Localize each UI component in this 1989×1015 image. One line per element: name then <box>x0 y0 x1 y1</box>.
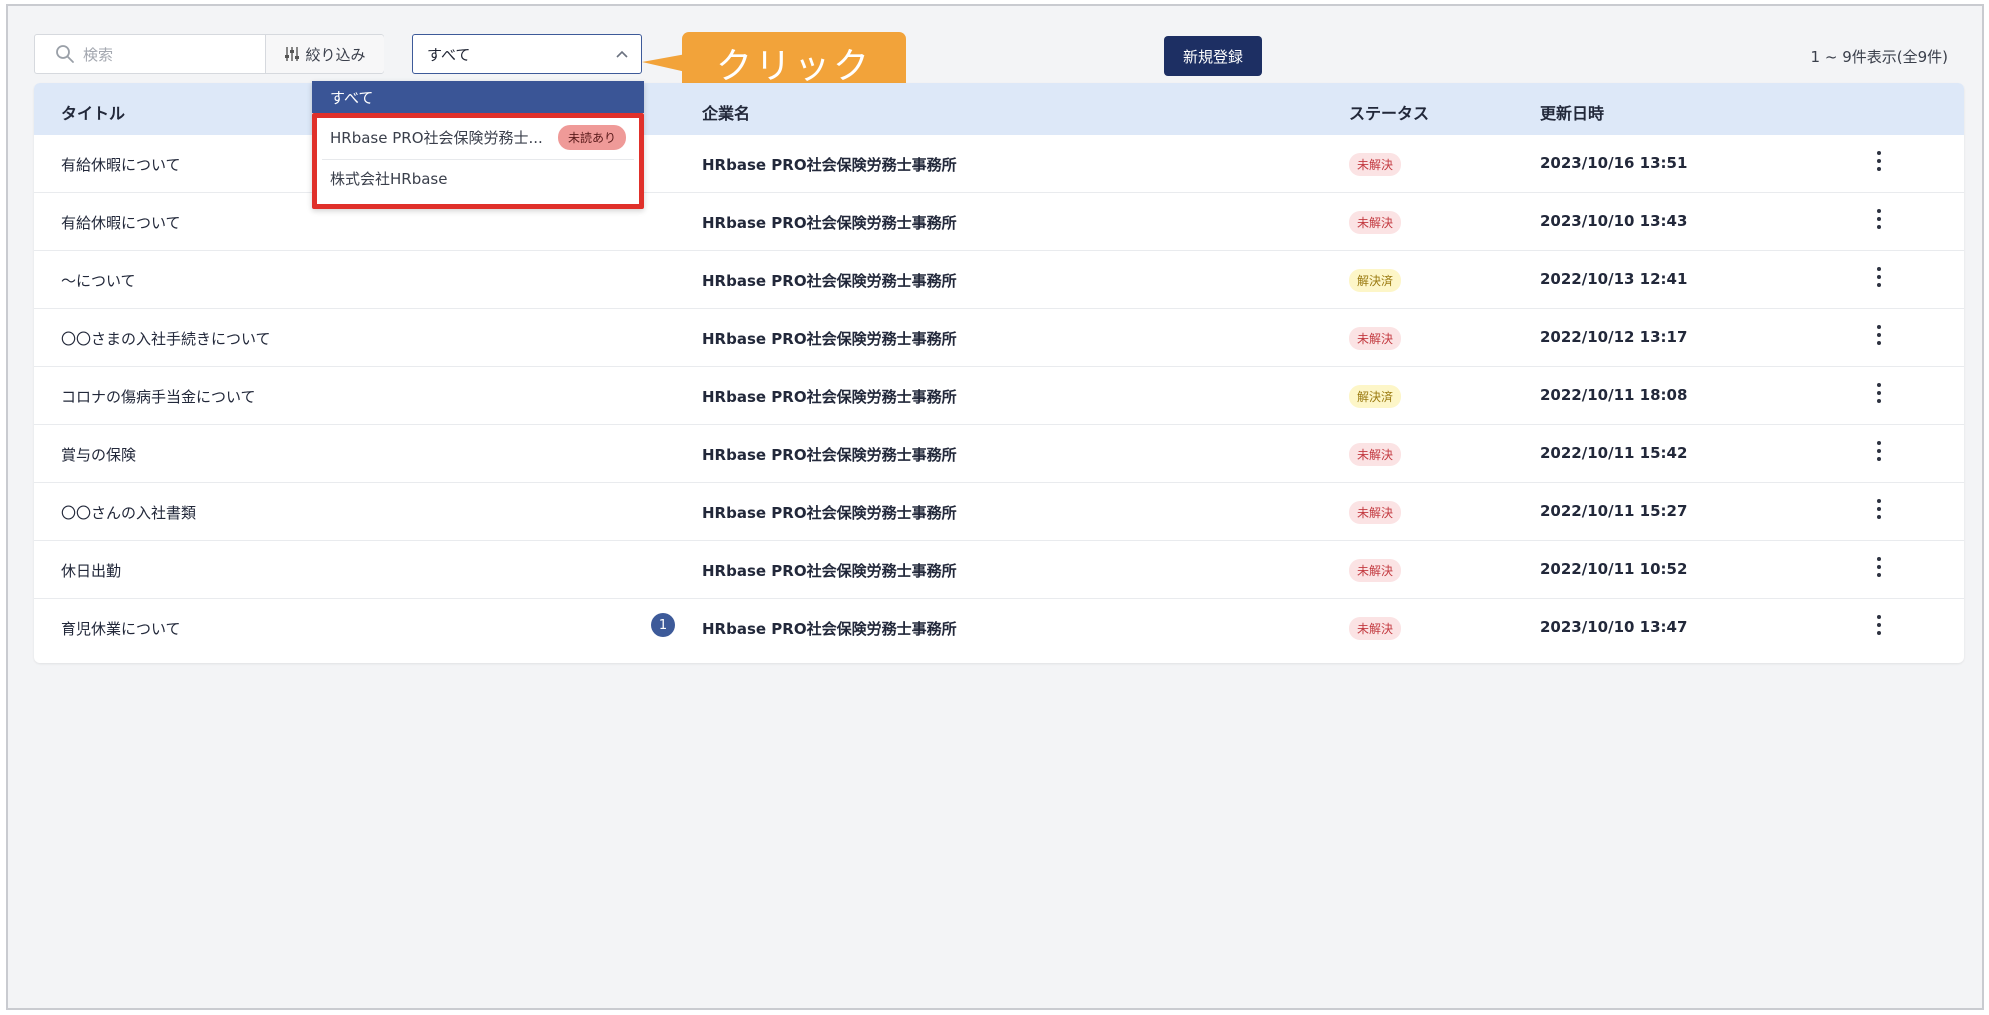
status-badge: 未解決 <box>1349 443 1402 466</box>
table-row[interactable]: 〜について HRbase PRO社会保険労務士事務所 解決済 2022/10/13 1… <box>34 251 1964 309</box>
row-updated: 2023/10/10 13:43 <box>1540 212 1688 230</box>
header-status: ステータス <box>1349 104 1430 123</box>
row-company: HRbase PRO社会保険労務士事務所 <box>702 562 957 580</box>
status-badge: 未解決 <box>1349 617 1402 640</box>
toolbar: 検索 絞り込み すべて クリック 新規登録 1 ~ 9件表示(全9件) <box>34 28 1964 94</box>
status-badge: 未解決 <box>1349 211 1402 234</box>
row-status: 未解決 <box>1349 617 1402 640</box>
table-row[interactable]: コロナの傷病手当金について HRbase PRO社会保険労務士事務所 解決済 2022… <box>34 367 1964 425</box>
status-badge: 解決済 <box>1349 269 1402 292</box>
status-badge: 未解決 <box>1349 501 1402 524</box>
row-updated: 2023/10/16 13:51 <box>1540 154 1688 172</box>
row-status: 未解決 <box>1349 211 1402 234</box>
table-row[interactable]: 休日出勤 HRbase PRO社会保険労務士事務所 未解決 2022/10/11 10… <box>34 541 1964 599</box>
table-row[interactable]: 〇〇さんの入社書類 HRbase PRO社会保険労務士事務所 未解決 2022/10/… <box>34 483 1964 541</box>
filter-button[interactable]: 絞り込み <box>265 35 384 73</box>
row-company: HRbase PRO社会保険労務士事務所 <box>702 446 957 464</box>
header-updated: 更新日時 <box>1540 104 1605 123</box>
row-updated: 2022/10/12 13:17 <box>1540 328 1688 346</box>
row-title: 休日出勤 <box>61 562 122 580</box>
more-menu-icon[interactable] <box>1874 383 1884 403</box>
more-menu-icon[interactable] <box>1874 151 1884 171</box>
search-icon <box>47 35 83 73</box>
row-title: コロナの傷病手当金について <box>61 388 256 406</box>
row-status: 未解決 <box>1349 327 1402 350</box>
company-select[interactable]: すべて <box>412 34 642 74</box>
header-company: 企業名 <box>702 104 751 123</box>
app-frame: 検索 絞り込み すべて クリック 新規登録 1 ~ 9件表示(全9件) タイトル… <box>6 4 1984 1010</box>
company-dropdown: すべて HRbase PRO社会保険労務士... 未読あり 株式会社HRbase <box>312 81 644 209</box>
status-badge: 未解決 <box>1349 327 1402 350</box>
table-body: 有給休暇について HRbase PRO社会保険労務士事務所 未解決 2023/10/1… <box>34 135 1964 657</box>
row-company: HRbase PRO社会保険労務士事務所 <box>702 504 957 522</box>
filter-button-label: 絞り込み <box>305 45 366 64</box>
row-updated: 2022/10/11 15:27 <box>1540 502 1688 520</box>
table-row[interactable]: 〇〇さまの入社手続きについて HRbase PRO社会保険労務士事務所 未解決 202… <box>34 309 1964 367</box>
row-title: 賞与の保険 <box>61 446 137 464</box>
search-box[interactable]: 検索 絞り込み <box>34 34 384 74</box>
more-menu-icon[interactable] <box>1874 209 1884 229</box>
unread-count-badge: 1 <box>651 613 675 637</box>
row-status: 未解決 <box>1349 559 1402 582</box>
row-status: 未解決 <box>1349 443 1402 466</box>
row-status: 未解決 <box>1349 153 1402 176</box>
row-updated: 2022/10/11 18:08 <box>1540 386 1688 404</box>
more-menu-icon[interactable] <box>1874 267 1884 287</box>
callout-arrow <box>642 54 686 72</box>
row-company: HRbase PRO社会保険労務士事務所 <box>702 330 957 348</box>
header-title: タイトル <box>61 104 126 123</box>
row-title: 育児休業について <box>61 620 181 638</box>
search-input[interactable]: 検索 <box>83 44 253 65</box>
status-badge: 未解決 <box>1349 559 1402 582</box>
row-company: HRbase PRO社会保険労務士事務所 <box>702 620 957 638</box>
highlight-box <box>312 113 644 209</box>
row-status: 未解決 <box>1349 501 1402 524</box>
more-menu-icon[interactable] <box>1874 557 1884 577</box>
row-company: HRbase PRO社会保険労務士事務所 <box>702 272 957 290</box>
callout-text: クリック <box>715 46 872 87</box>
new-register-button[interactable]: 新規登録 <box>1164 36 1262 76</box>
status-badge: 未解決 <box>1349 153 1402 176</box>
row-updated: 2023/10/10 13:47 <box>1540 618 1688 636</box>
row-updated: 2022/10/11 10:52 <box>1540 560 1688 578</box>
more-menu-icon[interactable] <box>1874 441 1884 461</box>
row-title: 〇〇さまの入社手続きについて <box>61 330 271 348</box>
row-updated: 2022/10/11 15:42 <box>1540 444 1688 462</box>
row-title: 有給休暇について <box>61 214 181 232</box>
status-badge: 解決済 <box>1349 385 1402 408</box>
row-title: 〇〇さんの入社書類 <box>61 504 197 522</box>
company-select-value: すべて <box>427 45 471 64</box>
row-company: HRbase PRO社会保険労務士事務所 <box>702 214 957 232</box>
table-row[interactable]: 賞与の保険 HRbase PRO社会保険労務士事務所 未解決 2022/10/11 1… <box>34 425 1964 483</box>
row-company: HRbase PRO社会保険労務士事務所 <box>702 388 957 406</box>
more-menu-icon[interactable] <box>1874 325 1884 345</box>
row-title: 〜について <box>61 272 136 290</box>
row-updated: 2022/10/13 12:41 <box>1540 270 1688 288</box>
more-menu-icon[interactable] <box>1874 615 1884 635</box>
filter-sliders-icon <box>285 47 300 61</box>
dropdown-option-all-label: すべて <box>330 88 374 107</box>
table-row[interactable]: 育児休業について 1 HRbase PRO社会保険労務士事務所 未解決 2023/10/… <box>34 599 1964 657</box>
row-title: 有給休暇について <box>61 156 181 174</box>
dropdown-option-all[interactable]: すべて <box>312 81 644 113</box>
row-company: HRbase PRO社会保険労務士事務所 <box>702 156 957 174</box>
row-status: 解決済 <box>1349 385 1402 408</box>
more-menu-icon[interactable] <box>1874 499 1884 519</box>
row-status: 解決済 <box>1349 269 1402 292</box>
chevron-up-icon <box>616 50 628 58</box>
new-register-label: 新規登録 <box>1182 47 1243 66</box>
result-count: 1 ~ 9件表示(全9件) <box>1810 48 1948 66</box>
